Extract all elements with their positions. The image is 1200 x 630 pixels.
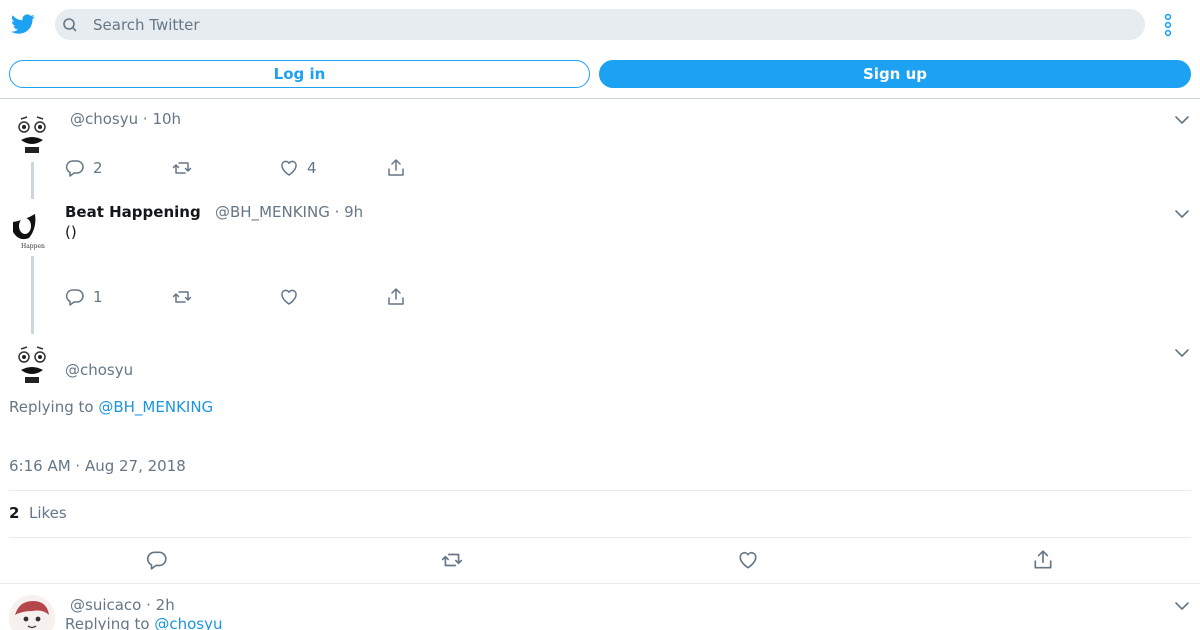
divider xyxy=(9,490,1191,491)
share-button[interactable] xyxy=(1032,549,1054,571)
anime-avatar-icon[interactable] xyxy=(9,595,55,630)
like-button[interactable]: 4 xyxy=(279,158,317,178)
share-icon xyxy=(386,158,406,178)
divider xyxy=(9,537,1191,538)
like-button[interactable] xyxy=(737,549,759,571)
likes-stat[interactable]: 2 Likes xyxy=(9,504,67,522)
reply-button[interactable] xyxy=(146,549,168,571)
likes-count: 2 xyxy=(9,504,20,522)
tweet-timestamp[interactable]: 6:16 AM · Aug 27, 2018 xyxy=(9,457,186,475)
divider xyxy=(0,583,1200,584)
tweet-text: () xyxy=(65,223,77,241)
reply-icon xyxy=(65,158,85,178)
replying-to-link[interactable]: @BH_MENKING xyxy=(98,398,213,416)
retweet-icon xyxy=(441,549,463,571)
share-button[interactable] xyxy=(386,158,406,178)
heart-icon xyxy=(737,549,759,571)
reply-count: 1 xyxy=(93,288,103,306)
tweet-handle[interactable]: @BH_MENKING xyxy=(215,203,330,221)
band-avatar-icon[interactable]: Happen xyxy=(9,206,55,252)
like-count: 4 xyxy=(307,159,317,177)
chevron-down-icon[interactable] xyxy=(1174,112,1190,128)
reply-count: 2 xyxy=(93,159,103,177)
login-button[interactable]: Log in xyxy=(9,60,590,88)
retweet-icon xyxy=(172,158,192,178)
tweet-time[interactable]: 9h xyxy=(344,203,363,221)
twitter-logo-icon[interactable] xyxy=(10,12,36,36)
face-avatar-icon[interactable] xyxy=(9,110,55,156)
search-input[interactable]: Search Twitter xyxy=(55,9,1145,40)
retweet-button[interactable] xyxy=(441,549,463,571)
header-divider xyxy=(0,98,1200,99)
reply-button[interactable]: 2 xyxy=(65,158,103,178)
retweet-button[interactable] xyxy=(172,158,192,178)
heart-icon xyxy=(279,158,299,178)
chevron-down-icon[interactable] xyxy=(1174,345,1190,361)
share-icon xyxy=(386,287,406,307)
thread-connector xyxy=(31,162,34,199)
svg-text:Happen: Happen xyxy=(21,243,45,250)
retweet-button[interactable] xyxy=(172,287,192,307)
tweet-author-name[interactable]: Beat Happening xyxy=(65,203,201,221)
share-button[interactable] xyxy=(386,287,406,307)
reply-button[interactable]: 1 xyxy=(65,287,103,307)
tweet-meta: Beat Happening @BH_MENKING · 9h xyxy=(65,203,364,221)
tweet-meta: @chosyu · 10h xyxy=(70,110,182,128)
signup-button[interactable]: Sign up xyxy=(599,60,1191,88)
search-placeholder: Search Twitter xyxy=(93,16,200,34)
replying-to: Replying to @BH_MENKING xyxy=(9,398,214,416)
tweet-time[interactable]: 10h xyxy=(152,110,181,128)
likes-label: Likes xyxy=(28,504,67,522)
replying-to-link[interactable]: @chosyu xyxy=(154,615,222,630)
replying-to: Replying to @chosyu xyxy=(65,615,223,630)
tweet-handle[interactable]: @suicaco xyxy=(70,596,141,614)
tweet-time[interactable]: 2h xyxy=(156,596,175,614)
tweet-handle[interactable]: @chosyu xyxy=(70,110,138,128)
face-avatar-icon[interactable] xyxy=(9,340,55,386)
reply-icon xyxy=(65,287,85,307)
retweet-icon xyxy=(172,287,192,307)
search-icon xyxy=(59,17,79,33)
chevron-down-icon[interactable] xyxy=(1174,206,1190,222)
like-button[interactable] xyxy=(279,287,299,307)
share-icon xyxy=(1032,549,1054,571)
chevron-down-icon[interactable] xyxy=(1174,598,1190,614)
heart-icon xyxy=(279,287,299,307)
thread-connector xyxy=(31,256,34,334)
reply-icon xyxy=(146,549,168,571)
more-options-icon[interactable] xyxy=(1160,12,1176,38)
focused-handle[interactable]: @chosyu xyxy=(65,361,133,379)
tweet-meta: @suicaco · 2h xyxy=(70,596,175,614)
